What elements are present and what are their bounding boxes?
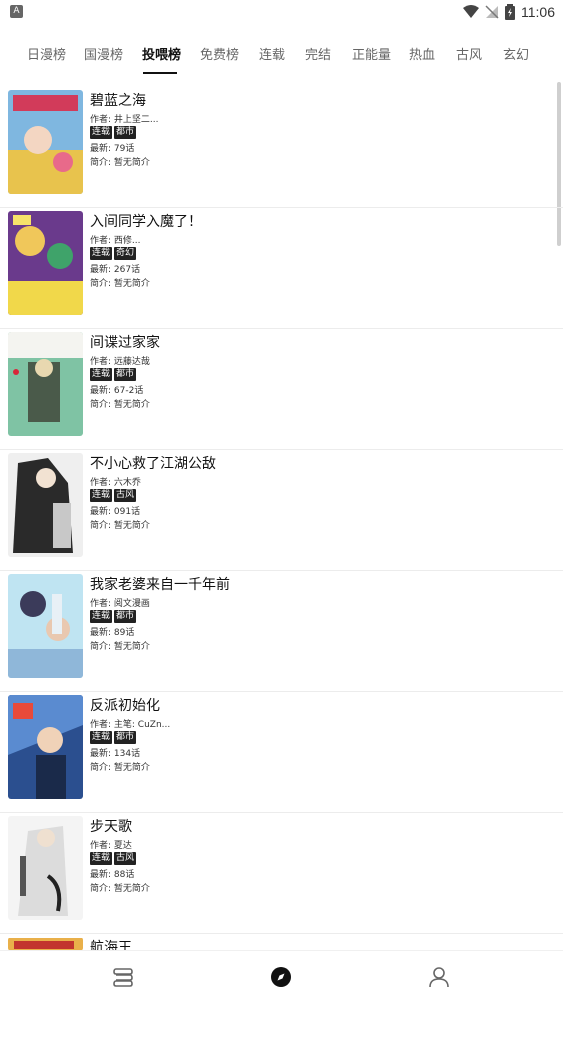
tag-genre: 古风 — [114, 489, 137, 502]
comic-author: 作者: 六木乔 — [90, 478, 141, 488]
category-tab-bar: 日漫榜 国漫榜 投喂榜 免费榜 连载 完结 正能量 热血 古风 玄幻 — [0, 24, 563, 76]
comic-author: 作者: 阅文漫画 — [90, 599, 150, 609]
comic-author: 作者: 西修... — [90, 236, 141, 246]
comic-author: 作者: 井上坚二... — [90, 115, 159, 125]
tag-genre: 都市 — [114, 126, 137, 139]
list-item[interactable]: 反派初始化 作者: 主笔: CuZn... 连载 都市 最新: 134话 简介:… — [0, 693, 563, 813]
divider — [0, 570, 563, 571]
comic-author: 作者: 远藤达哉 — [90, 357, 150, 367]
comic-tags: 连载 都市 — [90, 610, 137, 623]
wifi-icon — [463, 5, 479, 18]
divider — [0, 933, 563, 934]
tag-genre: 都市 — [114, 368, 137, 381]
comic-tags: 连载 都市 — [90, 126, 137, 139]
comic-title: 不小心救了江湖公敌 — [90, 456, 216, 472]
tag-genre: 都市 — [114, 731, 137, 744]
comic-author: 作者: 夏达 — [90, 841, 132, 851]
divider — [0, 812, 563, 813]
comic-intro: 简介: 暂无简介 — [90, 884, 150, 894]
comic-title: 反派初始化 — [90, 698, 160, 714]
comic-cover — [8, 211, 83, 315]
comic-tags: 连载 奇幻 — [90, 247, 137, 260]
comic-title: 间谍过家家 — [90, 335, 160, 351]
comic-cover — [8, 574, 83, 678]
tab-japanese-manga[interactable]: 日漫榜 — [27, 44, 66, 63]
list-item[interactable]: 我家老婆来自一千年前 作者: 阅文漫画 连载 都市 最新: 89话 简介: 暂无… — [0, 572, 563, 692]
comic-latest: 最新: 88话 — [90, 870, 135, 880]
comic-latest: 最新: 267话 — [90, 265, 141, 275]
tab-free[interactable]: 免费榜 — [200, 44, 239, 63]
comic-cover — [8, 453, 83, 557]
comic-title: 我家老婆来自一千年前 — [90, 577, 230, 593]
tag-status: 连载 — [90, 489, 113, 502]
tab-feeding-rank[interactable]: 投喂榜 — [142, 44, 181, 63]
nav-discover[interactable] — [261, 961, 301, 993]
tag-status: 连载 — [90, 126, 113, 139]
divider — [0, 207, 563, 208]
comic-latest: 最新: 89话 — [90, 628, 135, 638]
status-time: 11:06 — [521, 4, 555, 20]
comic-title: 碧蓝之海 — [90, 93, 146, 109]
divider — [0, 449, 563, 450]
comic-title: 入间同学入魔了！ — [90, 214, 202, 230]
nav-profile[interactable] — [419, 961, 459, 993]
list-item[interactable]: 入间同学入魔了！ 作者: 西修... 连载 奇幻 最新: 267话 简介: 暂无… — [0, 209, 563, 329]
comic-latest: 最新: 091话 — [90, 507, 141, 517]
comic-intro: 简介: 暂无简介 — [90, 400, 150, 410]
comic-tags: 连载 都市 — [90, 731, 137, 744]
tag-status: 连载 — [90, 247, 113, 260]
comic-cover — [8, 332, 83, 436]
list-item[interactable]: 步天歌 作者: 夏达 连载 古风 最新: 88话 简介: 暂无简介 — [0, 814, 563, 934]
tag-status: 连载 — [90, 731, 113, 744]
nav-bookshelf[interactable] — [103, 961, 143, 993]
discover-compass-icon — [271, 967, 291, 987]
tag-genre: 古风 — [114, 852, 137, 865]
tag-genre: 奇幻 — [114, 247, 137, 260]
comic-intro: 简介: 暂无简介 — [90, 763, 150, 773]
comic-cover — [8, 937, 83, 951]
comic-tags: 连载 都市 — [90, 368, 137, 381]
list-item[interactable]: 间谍过家家 作者: 远藤达哉 连载 都市 最新: 67-2话 简介: 暂无简介 — [0, 330, 563, 450]
comic-tags: 连载 古风 — [90, 489, 137, 502]
comic-latest: 最新: 67-2话 — [90, 386, 144, 396]
comic-author: 作者: 主笔: CuZn... — [90, 720, 171, 730]
profile-icon — [429, 967, 449, 988]
tab-chinese-manga[interactable]: 国漫榜 — [84, 44, 123, 63]
comic-intro: 简介: 暂无简介 — [90, 642, 150, 652]
comic-intro: 简介: 暂无简介 — [90, 279, 150, 289]
tab-completed[interactable]: 完结 — [305, 44, 331, 63]
comic-cover — [8, 90, 83, 194]
app-notification-icon: A — [10, 5, 23, 18]
comic-cover — [8, 816, 83, 920]
comic-title: 步天歌 — [90, 819, 132, 835]
tab-hot-blood[interactable]: 热血 — [409, 44, 435, 63]
list-item[interactable]: 碧蓝之海 作者: 井上坚二... 连载 都市 最新: 79话 简介: 暂无简介 — [0, 88, 563, 208]
status-bar: A 11:06 — [0, 0, 563, 24]
comic-cover — [8, 695, 83, 799]
no-signal-icon — [485, 5, 499, 19]
comic-intro: 简介: 暂无简介 — [90, 521, 150, 531]
tag-status: 连载 — [90, 610, 113, 623]
tab-positive-energy[interactable]: 正能量 — [352, 44, 391, 63]
comic-latest: 最新: 79话 — [90, 144, 135, 154]
tab-ancient-style[interactable]: 古风 — [456, 44, 482, 63]
tag-status: 连载 — [90, 368, 113, 381]
active-tab-indicator — [143, 72, 177, 74]
tab-serializing[interactable]: 连载 — [259, 44, 285, 63]
tag-genre: 都市 — [114, 610, 137, 623]
comic-latest: 最新: 134话 — [90, 749, 141, 759]
list-item[interactable]: 不小心救了江湖公敌 作者: 六木乔 连载 古风 最新: 091话 简介: 暂无简… — [0, 451, 563, 571]
bottom-navigation — [0, 950, 563, 1001]
tag-status: 连载 — [90, 852, 113, 865]
tab-fantasy[interactable]: 玄幻 — [503, 44, 529, 63]
divider — [0, 691, 563, 692]
divider — [0, 328, 563, 329]
comic-tags: 连载 古风 — [90, 852, 137, 865]
comic-intro: 简介: 暂无简介 — [90, 158, 150, 168]
bookshelf-icon — [113, 968, 133, 987]
battery-charging-icon — [505, 4, 515, 20]
